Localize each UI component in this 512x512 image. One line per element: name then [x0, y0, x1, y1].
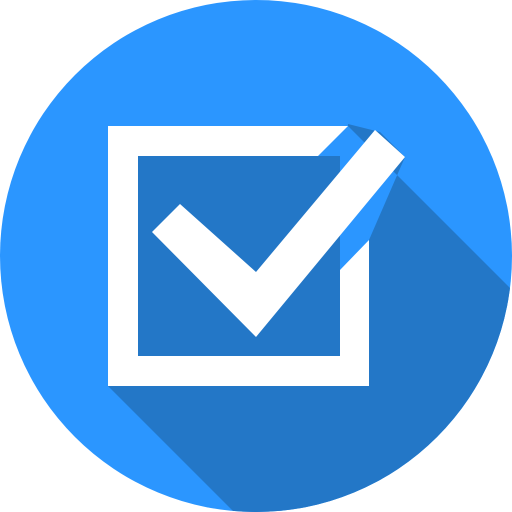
icon-canvas	[0, 0, 512, 512]
checkbox-checked-icon	[0, 0, 512, 512]
